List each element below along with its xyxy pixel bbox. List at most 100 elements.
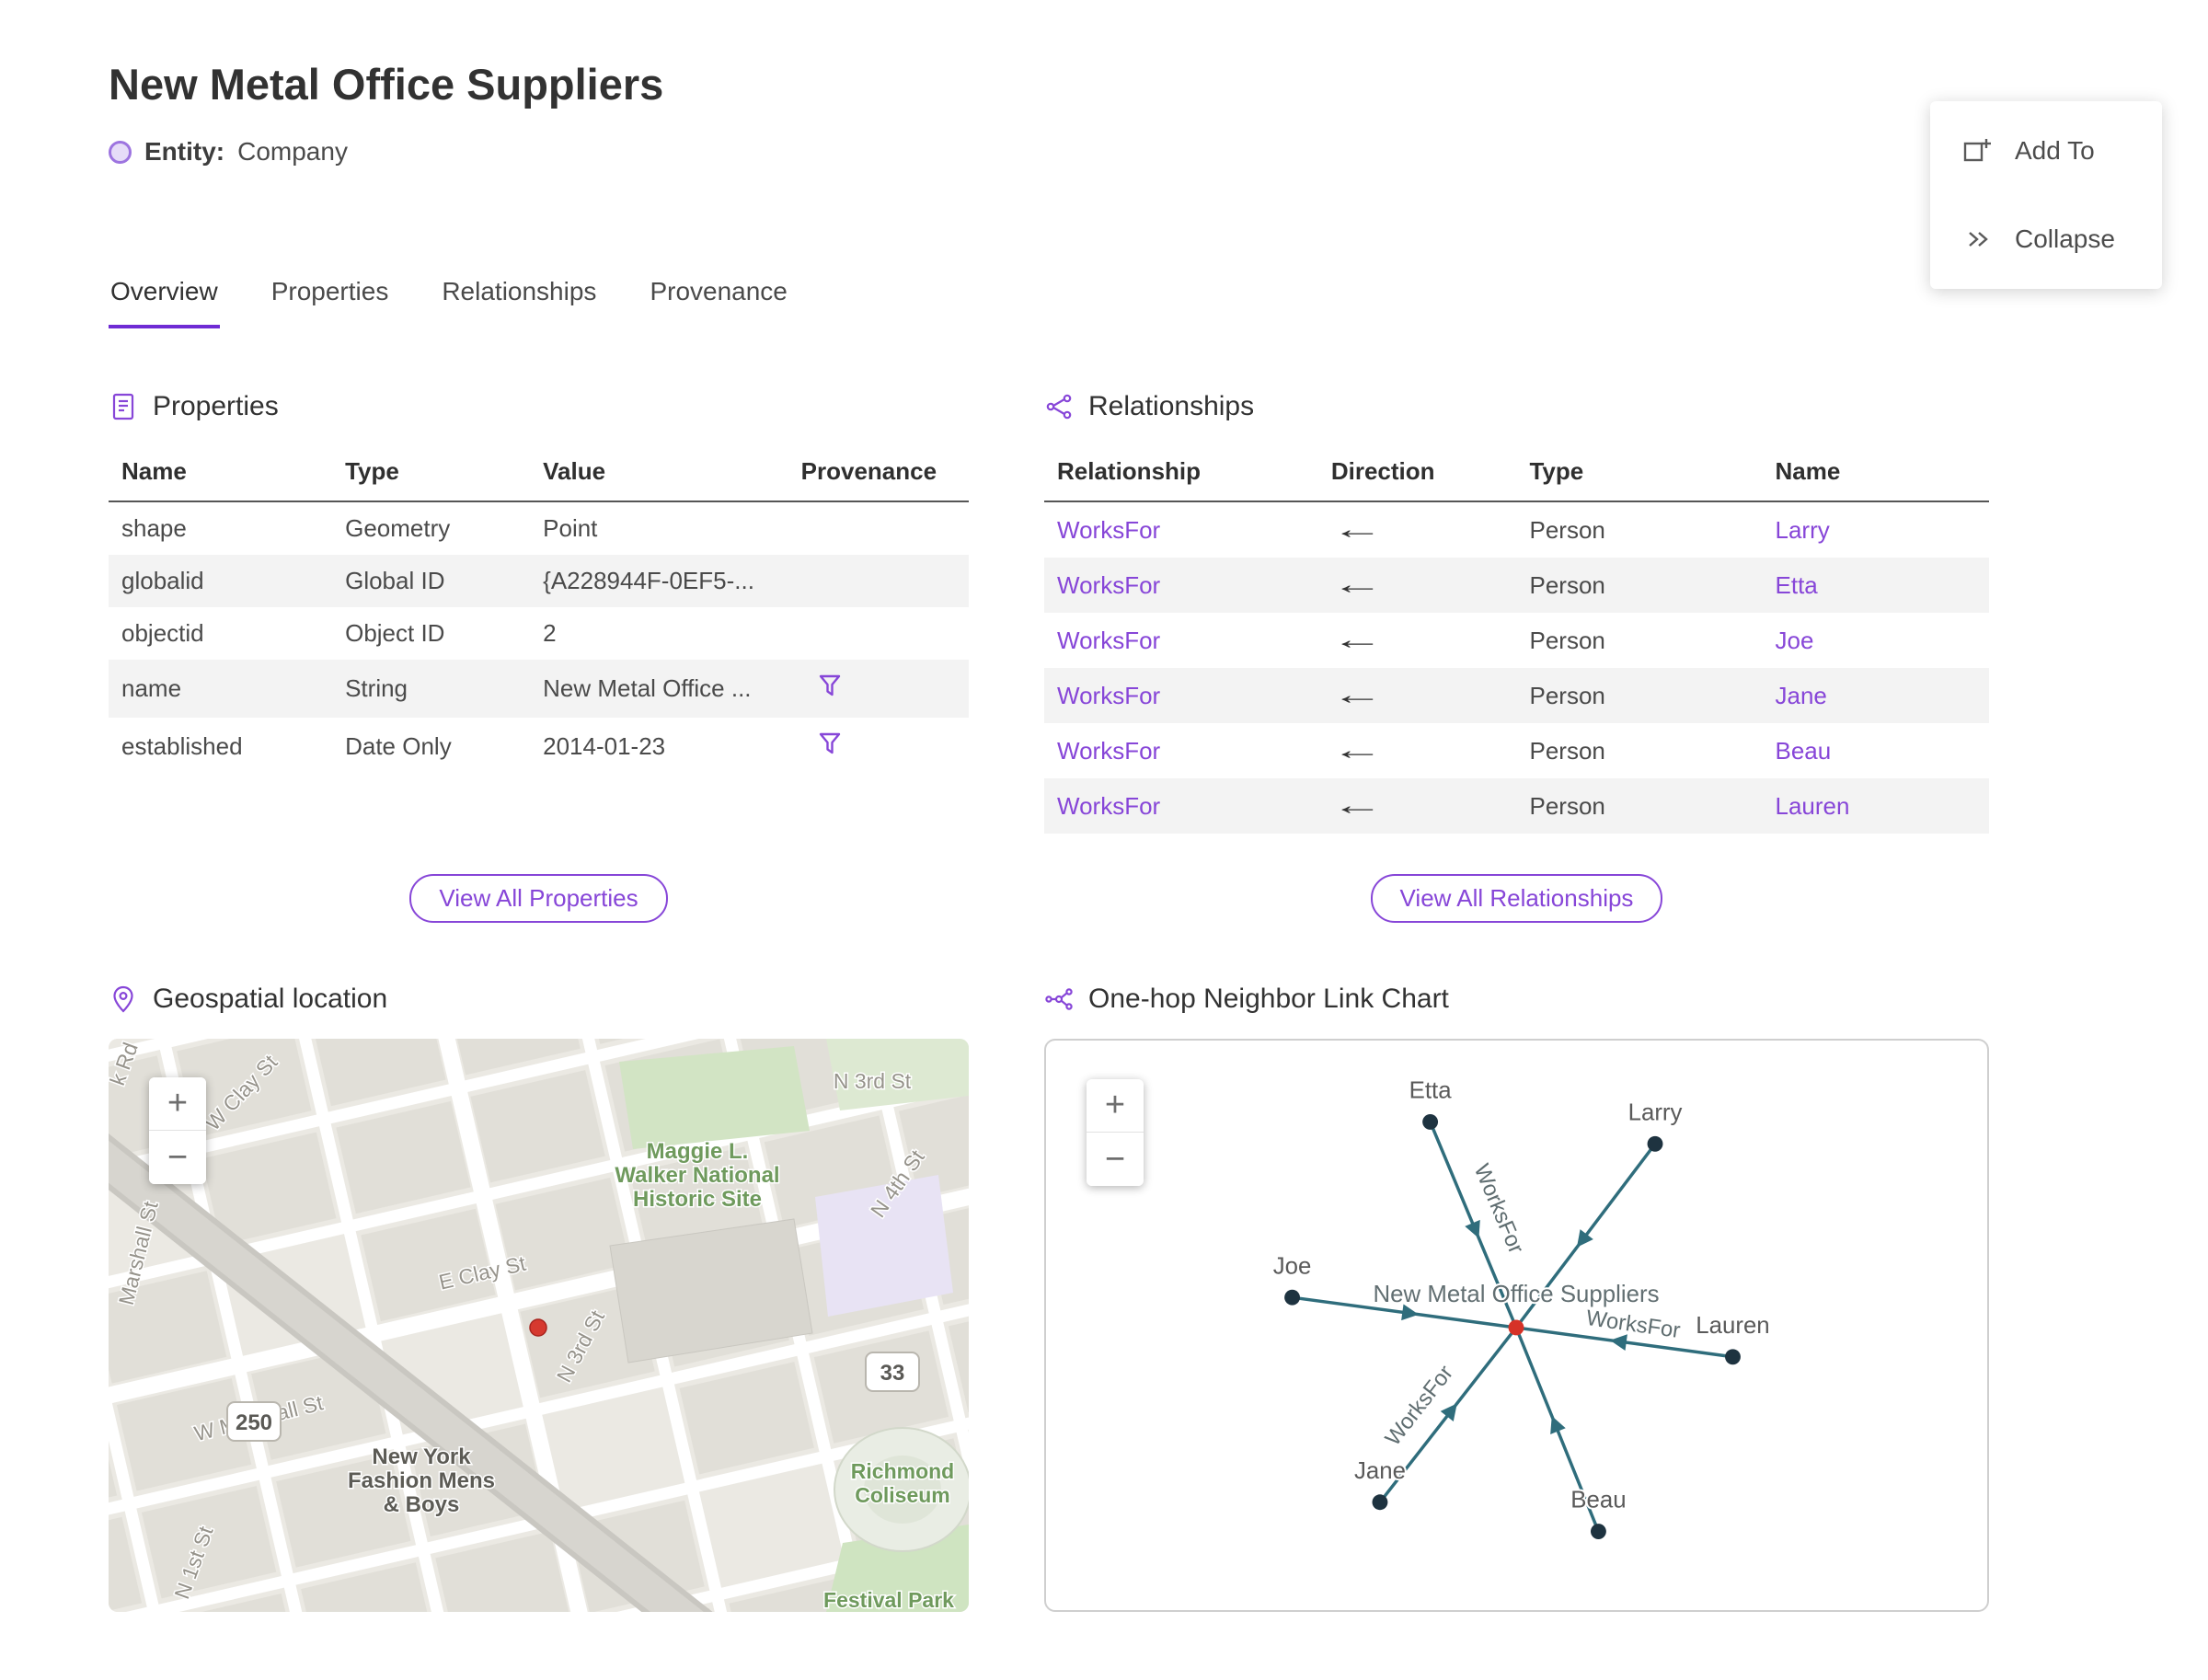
related-entity-type: Person bbox=[1529, 791, 1605, 820]
chart-node-etta[interactable] bbox=[1422, 1113, 1439, 1130]
direction-arrow-icon: ← bbox=[1330, 625, 1384, 655]
chart-node-label: Jane bbox=[1354, 1458, 1406, 1484]
properties-table: Name Type Value Provenance shape Geometry Poi… bbox=[109, 446, 969, 776]
chart-edge-label: WorksFor bbox=[1380, 1361, 1458, 1451]
collapse-icon bbox=[1969, 232, 1988, 247]
chart-node-larry[interactable] bbox=[1647, 1135, 1663, 1152]
related-entity-link[interactable]: Larry bbox=[1776, 516, 1830, 544]
related-entity-link[interactable]: Joe bbox=[1776, 627, 1814, 654]
property-provenance-cell bbox=[788, 660, 969, 718]
chart-node-beau[interactable] bbox=[1590, 1524, 1606, 1539]
relationship-type-link[interactable]: WorksFor bbox=[1057, 627, 1160, 654]
route-shield: 33 bbox=[865, 1352, 920, 1392]
provenance-icon[interactable] bbox=[816, 672, 844, 699]
property-name: name bbox=[121, 674, 182, 702]
route-shield: 250 bbox=[226, 1401, 282, 1442]
link-chart-heading: One-hop Neighbor Link Chart bbox=[1088, 984, 1449, 1014]
map-canvas[interactable]: Maggie L. Walker National Historic SiteRic… bbox=[109, 1039, 969, 1612]
tab-relationships[interactable]: Relationships bbox=[440, 277, 598, 328]
geospatial-heading-row: Geospatial location bbox=[109, 984, 969, 1015]
relationship-type-link[interactable]: WorksFor bbox=[1057, 682, 1160, 709]
relationship-row: WorksFor ← Person Jane bbox=[1044, 668, 1989, 723]
map-label: N 3rd St bbox=[834, 1069, 912, 1093]
relationship-row: WorksFor ← Person Joe bbox=[1044, 613, 1989, 668]
column-header: Type bbox=[332, 446, 531, 502]
provenance-icon[interactable] bbox=[816, 730, 844, 757]
direction-cell: ← bbox=[1318, 501, 1517, 558]
map-zoom-control: + − bbox=[149, 1077, 206, 1184]
map[interactable]: Maggie L. Walker National Historic Site Ric… bbox=[109, 1039, 969, 1612]
tab-properties[interactable]: Properties bbox=[270, 277, 391, 328]
property-value: New Metal Office ... bbox=[543, 674, 752, 702]
related-entity-link[interactable]: Jane bbox=[1776, 682, 1827, 709]
property-row: shape Geometry Point bbox=[109, 501, 969, 555]
relationship-type-link[interactable]: WorksFor bbox=[1057, 792, 1160, 820]
link-chart-canvas[interactable]: WorksForWorksForWorksForEttaLarryJoeLaur… bbox=[1046, 1041, 1987, 1610]
relationship-cell: WorksFor bbox=[1044, 723, 1318, 778]
direction-arrow-icon: ← bbox=[1330, 514, 1384, 545]
add-to-button[interactable]: Add To bbox=[1930, 107, 2162, 195]
related-entity-type: Person bbox=[1529, 570, 1605, 599]
entity-type-row: Entity: Company bbox=[109, 137, 2099, 167]
property-row: name String New Metal Office ... bbox=[109, 660, 969, 718]
property-value: Point bbox=[543, 514, 598, 542]
chart-node-label: Beau bbox=[1570, 1488, 1626, 1513]
relationship-row: WorksFor ← Person Etta bbox=[1044, 558, 1989, 613]
column-header: Name bbox=[1762, 446, 1989, 502]
property-name: shape bbox=[121, 514, 187, 542]
map-label: Festival Park bbox=[823, 1588, 954, 1612]
relationship-type-link[interactable]: WorksFor bbox=[1057, 516, 1160, 544]
link-chart[interactable]: WorksFor WorksFor WorksFor Etta Larry Joe Laur… bbox=[1044, 1039, 1989, 1612]
property-row: objectid Object ID 2 bbox=[109, 607, 969, 660]
relationship-cell: WorksFor bbox=[1044, 558, 1318, 613]
view-all-properties-button[interactable]: View All Properties bbox=[409, 874, 668, 923]
tab-overview[interactable]: Overview bbox=[109, 277, 220, 328]
property-type: Date Only bbox=[345, 732, 452, 760]
chart-node-lauren[interactable] bbox=[1725, 1349, 1741, 1365]
property-name: objectid bbox=[121, 619, 204, 647]
relationship-cell: WorksFor bbox=[1044, 613, 1318, 668]
map-zoom-out-button[interactable]: − bbox=[149, 1131, 206, 1184]
chart-edge-label: WorksFor bbox=[1469, 1160, 1529, 1257]
relationships-panel: Relationships Relationship Direction Type N… bbox=[1044, 391, 1989, 923]
relationship-row: WorksFor ← Person Beau bbox=[1044, 723, 1989, 778]
column-header: Type bbox=[1516, 446, 1763, 502]
map-label: Richmond Coliseum bbox=[851, 1459, 954, 1507]
property-value: 2 bbox=[543, 619, 557, 647]
related-entity-link[interactable]: Beau bbox=[1776, 737, 1832, 765]
chart-zoom-in-button[interactable]: + bbox=[1087, 1079, 1144, 1133]
chart-node-label: Joe bbox=[1273, 1253, 1312, 1279]
property-value: 2014-01-23 bbox=[543, 732, 666, 760]
property-value: {A228944F-0EF5-... bbox=[543, 567, 754, 594]
column-header: Name bbox=[109, 446, 333, 502]
map-marker[interactable] bbox=[529, 1318, 547, 1337]
chart-node-label: Lauren bbox=[1696, 1313, 1769, 1339]
chart-node-label: Etta bbox=[1409, 1078, 1453, 1104]
map-park-area bbox=[619, 1046, 810, 1149]
view-all-relationships-button[interactable]: View All Relationships bbox=[1370, 874, 1663, 923]
svg-text:250: 250 bbox=[236, 1410, 272, 1435]
property-provenance-cell bbox=[788, 555, 969, 607]
chart-center-node[interactable] bbox=[1508, 1319, 1524, 1336]
map-zoom-in-button[interactable]: + bbox=[149, 1077, 206, 1131]
chart-node-jane[interactable] bbox=[1372, 1494, 1388, 1511]
property-provenance-cell bbox=[788, 607, 969, 660]
relationship-type-link[interactable]: WorksFor bbox=[1057, 571, 1160, 599]
relationship-cell: WorksFor bbox=[1044, 668, 1318, 723]
related-entity-link[interactable]: Etta bbox=[1776, 571, 1818, 599]
property-provenance-cell bbox=[788, 501, 969, 555]
direction-arrow-icon: ← bbox=[1330, 790, 1384, 821]
related-entity-type: Person bbox=[1529, 736, 1605, 765]
related-entity-type: Person bbox=[1529, 681, 1605, 709]
name-cell: Larry bbox=[1763, 501, 1990, 558]
collapse-button[interactable]: Collapse bbox=[1930, 195, 2162, 283]
direction-cell: ← bbox=[1318, 558, 1517, 613]
link-chart-heading-row: One-hop Neighbor Link Chart bbox=[1044, 984, 1989, 1015]
tab-provenance[interactable]: Provenance bbox=[648, 277, 788, 328]
related-entity-link[interactable]: Lauren bbox=[1776, 792, 1850, 820]
chart-zoom-out-button[interactable]: − bbox=[1087, 1133, 1144, 1186]
relationship-type-link[interactable]: WorksFor bbox=[1057, 737, 1160, 765]
chart-node-joe[interactable] bbox=[1284, 1289, 1301, 1306]
svg-text:33: 33 bbox=[880, 1361, 905, 1386]
collapse-label: Collapse bbox=[2015, 224, 2115, 253]
